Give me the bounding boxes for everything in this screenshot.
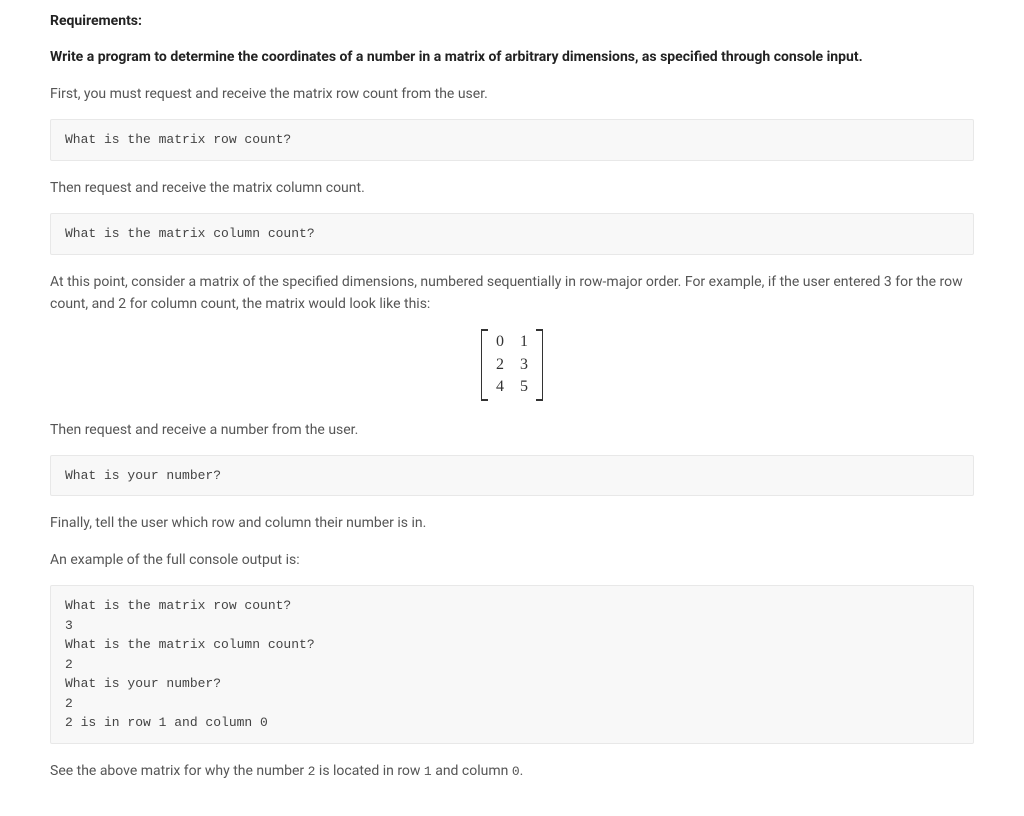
matrix-cell: 3: [519, 354, 529, 376]
paragraph-6: An example of the full console output is…: [50, 549, 974, 571]
matrix-row: 0 1: [495, 331, 529, 353]
paragraph-2: Then request and receive the matrix colu…: [50, 177, 974, 199]
closing-text-mid2: and column: [432, 763, 512, 779]
inline-code-col: 0: [512, 764, 520, 779]
matrix-body: 0 1 2 3 4 5: [489, 329, 535, 400]
matrix-display: 0 1 2 3 4 5: [50, 329, 974, 400]
closing-text-mid1: is located in row: [315, 763, 423, 779]
matrix-cell: 0: [495, 331, 505, 353]
code-block-number-prompt: What is your number?: [50, 455, 974, 497]
paragraph-3: At this point, consider a matrix of the …: [50, 271, 974, 316]
requirements-heading: Requirements:: [50, 10, 974, 32]
paragraph-5: Finally, tell the user which row and col…: [50, 512, 974, 534]
closing-paragraph: See the above matrix for why the number …: [50, 760, 974, 783]
code-block-full-output: What is the matrix row count? 3 What is …: [50, 585, 974, 744]
intro-paragraph: Write a program to determine the coordin…: [50, 46, 974, 68]
paragraph-1: First, you must request and receive the …: [50, 83, 974, 105]
matrix-row: 4 5: [495, 376, 529, 398]
matrix-cell: 1: [519, 331, 529, 353]
closing-text-suffix: .: [520, 763, 524, 779]
matrix-right-bracket: [535, 329, 543, 400]
matrix-cell: 4: [495, 376, 505, 398]
code-block-column-prompt: What is the matrix column count?: [50, 213, 974, 255]
paragraph-4: Then request and receive a number from t…: [50, 419, 974, 441]
inline-code-number: 2: [308, 764, 316, 779]
closing-text-prefix: See the above matrix for why the number: [50, 763, 308, 779]
matrix-cell: 2: [495, 354, 505, 376]
matrix-left-bracket: [481, 329, 489, 400]
matrix-row: 2 3: [495, 354, 529, 376]
matrix-cell: 5: [519, 376, 529, 398]
code-block-row-prompt: What is the matrix row count?: [50, 119, 974, 161]
inline-code-row: 1: [424, 764, 432, 779]
